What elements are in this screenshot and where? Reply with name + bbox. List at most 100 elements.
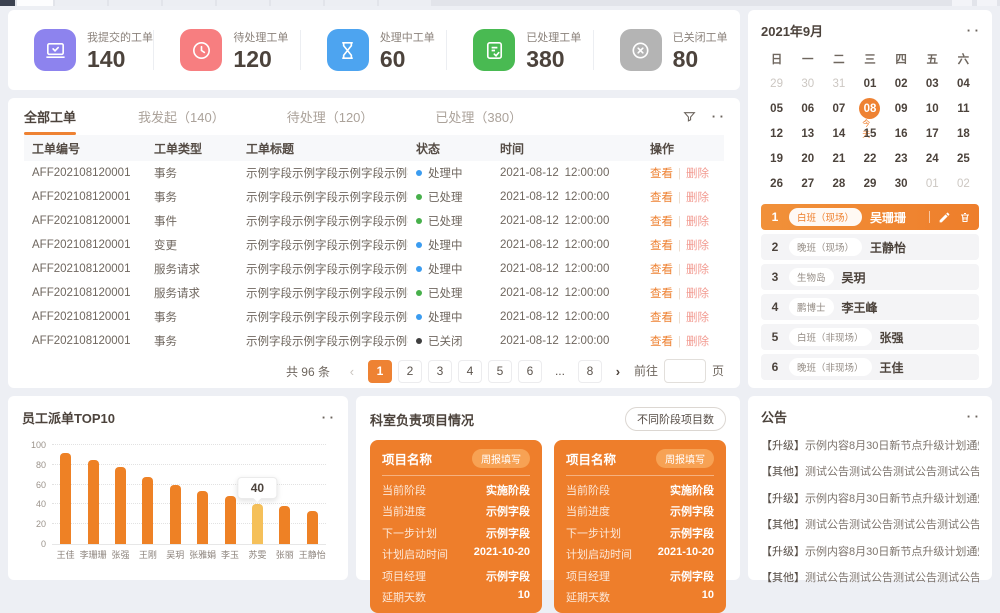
announcement-item[interactable]: 【升级】示例内容8月30日新节点升级计划通知 [761,437,979,453]
day-cell[interactable]: 22 [854,146,885,171]
bar[interactable] [170,485,181,544]
day-cell[interactable]: 10 [917,96,948,121]
view-link[interactable]: 查看 [650,192,673,204]
day-cell[interactable]: 15 [854,121,885,146]
day-cell[interactable]: 08今天 [854,96,885,121]
day-cell[interactable]: 03 [917,71,948,96]
delete-link[interactable]: 删除 [686,288,709,300]
view-link[interactable]: 查看 [650,288,673,300]
shift-item[interactable]: 5白班（非现场）张强 [761,324,979,350]
day-cell[interactable]: 26 [761,171,792,196]
shift-item[interactable]: 1白班（现场）吴珊珊 [761,204,979,230]
delete-link[interactable]: 删除 [686,240,709,252]
shift-item[interactable]: 2晚班（现场）王静怡 [761,234,979,260]
page-button[interactable]: 2 [398,360,422,383]
view-link[interactable]: 查看 [650,336,673,348]
day-cell[interactable]: 27 [792,171,823,196]
day-cell[interactable]: 01 [917,171,948,196]
page-button[interactable]: ... [548,360,572,383]
announcement-item[interactable]: 【其他】测试公告测试公告测试公告测试公告测试公告 [761,516,979,532]
day-cell[interactable]: 30 [886,171,917,196]
bar[interactable] [225,496,236,544]
page-button[interactable]: 6 [518,360,542,383]
day-cell[interactable]: 20 [792,146,823,171]
page-button[interactable]: 3 [428,360,452,383]
top-window-control[interactable] [952,0,972,6]
day-cell[interactable]: 02 [948,171,979,196]
top-tab[interactable] [271,0,323,6]
delete-link[interactable]: 删除 [686,312,709,324]
day-cell[interactable]: 13 [792,121,823,146]
announcement-item[interactable]: 【升级】示例内容8月30日新节点升级计划通知 [761,490,979,506]
filter-icon[interactable] [683,110,696,123]
edit-icon[interactable] [938,211,951,224]
shift-item[interactable]: 3生物岛吴玥 [761,264,979,290]
goto-page-input[interactable] [664,359,706,383]
top-tab[interactable] [55,0,107,6]
top-window-control[interactable] [977,0,997,6]
bar[interactable] [252,504,263,544]
more-icon[interactable] [322,410,334,425]
day-cell[interactable]: 23 [886,146,917,171]
view-link[interactable]: 查看 [650,240,673,252]
day-cell[interactable]: 01 [854,71,885,96]
day-cell[interactable]: 09 [886,96,917,121]
bar[interactable] [142,477,153,544]
tab-order-filter[interactable]: 我发起（140） [138,98,225,135]
announcement-item[interactable]: 【其他】测试公告测试公告测试公告测试公告测试公告 [761,463,979,479]
prev-page-button[interactable]: ‹ [342,364,362,379]
bar[interactable] [115,467,126,544]
day-cell[interactable]: 31 [823,71,854,96]
day-cell[interactable]: 18 [948,121,979,146]
announcement-item[interactable]: 【升级】示例内容8月30日新节点升级计划通知 [761,543,979,559]
view-link[interactable]: 查看 [650,312,673,324]
stage-count-button[interactable]: 不同阶段项目数 [625,407,726,431]
top-tab-active[interactable] [17,0,53,6]
day-cell[interactable]: 06 [792,96,823,121]
more-icon[interactable] [967,409,979,424]
day-cell[interactable]: 29 [761,71,792,96]
day-cell[interactable]: 07 [823,96,854,121]
page-button[interactable]: 8 [578,360,602,383]
top-tab[interactable] [163,0,215,6]
page-button[interactable]: 5 [488,360,512,383]
delete-link[interactable]: 删除 [686,216,709,228]
trash-icon[interactable] [959,211,971,224]
bar[interactable] [197,491,208,544]
view-link[interactable]: 查看 [650,264,673,276]
day-cell[interactable]: 16 [886,121,917,146]
top-tab[interactable] [379,0,431,6]
top-tab[interactable] [0,0,15,6]
day-cell[interactable]: 30 [792,71,823,96]
day-cell[interactable]: 29 [854,171,885,196]
announcement-item[interactable]: 【其他】测试公告测试公告测试公告测试公告测试公告 [761,569,979,585]
bar[interactable] [307,511,318,544]
day-cell[interactable]: 12 [761,121,792,146]
bar[interactable] [60,453,71,544]
more-icon[interactable] [712,109,724,124]
day-cell[interactable]: 25 [948,146,979,171]
day-cell[interactable]: 02 [886,71,917,96]
next-page-button[interactable]: › [608,364,628,379]
weekly-report-badge[interactable]: 周报填写 [656,449,714,468]
day-cell[interactable]: 14 [823,121,854,146]
tab-all-orders[interactable]: 全部工单 [24,98,76,135]
more-icon[interactable] [967,23,979,38]
page-button[interactable]: 1 [368,360,392,383]
day-cell[interactable]: 11 [948,96,979,121]
delete-link[interactable]: 删除 [686,264,709,276]
day-cell[interactable]: 04 [948,71,979,96]
page-button[interactable]: 4 [458,360,482,383]
bar[interactable] [279,506,290,544]
top-tab[interactable] [217,0,269,6]
tab-order-filter[interactable]: 待处理（120） [287,98,374,135]
day-cell[interactable]: 19 [761,146,792,171]
weekly-report-badge[interactable]: 周报填写 [472,449,530,468]
delete-link[interactable]: 删除 [686,336,709,348]
view-link[interactable]: 查看 [650,216,673,228]
delete-link[interactable]: 删除 [686,192,709,204]
day-cell[interactable]: 17 [917,121,948,146]
day-cell[interactable]: 24 [917,146,948,171]
shift-item[interactable]: 4鹏博士李王峰 [761,294,979,320]
shift-item[interactable]: 6晚班（非现场）王佳 [761,354,979,380]
